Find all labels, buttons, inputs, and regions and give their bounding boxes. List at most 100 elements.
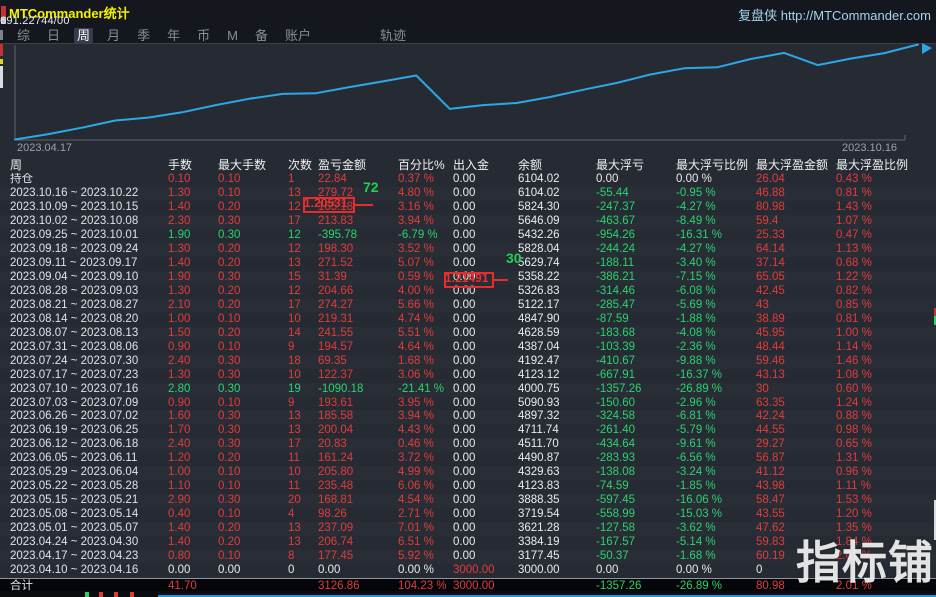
menu-item-账户[interactable]: 账户: [282, 28, 314, 43]
table-row[interactable]: 2023.07.31 ~ 2023.08.060.900.109194.574.…: [0, 341, 936, 355]
table-cell: 0.30: [218, 424, 288, 438]
brand-link[interactable]: 复盘侠 http://MTCommander.com: [738, 5, 931, 24]
table-cell: 0.20: [218, 243, 288, 257]
table-cell: 1.46 %: [836, 355, 924, 369]
table-cell: 0.00: [453, 480, 518, 494]
table-row[interactable]: 2023.09.18 ~ 2023.09.241.300.2012198.303…: [0, 243, 936, 257]
table-row[interactable]: 2023.09.25 ~ 2023.10.011.900.3012-395.78…: [0, 229, 936, 243]
menu-item-M[interactable]: M: [224, 28, 241, 43]
menu-item-月[interactable]: 月: [104, 28, 123, 43]
table-cell: 13: [288, 536, 318, 550]
table-row[interactable]: 2023.09.11 ~ 2023.09.171.400.2013271.525…: [0, 257, 936, 271]
table-cell: 31.39: [318, 271, 398, 285]
table-row[interactable]: 2023.07.17 ~ 2023.07.231.300.3010122.373…: [0, 369, 936, 383]
table-cell: 4: [288, 508, 318, 522]
menu-item-周[interactable]: 周: [74, 28, 93, 43]
table-cell: -74.59: [596, 480, 676, 494]
table-row[interactable]: 2023.10.02 ~ 2023.10.082.300.3017213.833…: [0, 215, 936, 229]
table-cell: 204.66: [318, 285, 398, 299]
table-cell: 0.00: [453, 452, 518, 466]
table-cell: 0.30: [218, 271, 288, 285]
table-cell: -5.69 %: [676, 299, 756, 313]
header-cell: 最大手数: [218, 157, 288, 173]
table-row[interactable]: 2023.08.21 ~ 2023.08.272.100.2017274.275…: [0, 299, 936, 313]
table-cell: 2023.10.09 ~ 2023.10.15: [10, 201, 168, 215]
table-cell: 1.07 %: [836, 215, 924, 229]
table-cell: 1.43 %: [836, 201, 924, 215]
table-cell: 4192.47: [518, 355, 596, 369]
equity-chart: 2023.04.17 2023.10.16: [0, 43, 936, 156]
table-row[interactable]: 2023.10.09 ~ 2023.10.151.400.2012165.183…: [0, 201, 936, 215]
table-row[interactable]: 2023.05.29 ~ 2023.06.041.000.1010205.804…: [0, 466, 936, 480]
table-cell: 1.08 %: [836, 369, 924, 383]
table-cell: 44.55: [756, 424, 836, 438]
table-cell: 1: [288, 173, 318, 187]
chart-end-marker-icon: [922, 43, 932, 54]
table-row[interactable]: 2023.05.22 ~ 2023.05.281.100.1011235.486…: [0, 480, 936, 494]
table-cell: 0.00: [453, 341, 518, 355]
table-cell: 0.10: [218, 341, 288, 355]
table-cell: -0.95 %: [676, 187, 756, 201]
table-cell: 59.46: [756, 355, 836, 369]
table-cell: 0.85 %: [836, 299, 924, 313]
table-cell: 194.57: [318, 341, 398, 355]
table-cell: 0.46 %: [398, 438, 453, 452]
header-cell: 周: [10, 157, 168, 173]
table-cell: 1.70: [168, 424, 218, 438]
table-cell: 4.64 %: [398, 341, 453, 355]
table-cell: -395.78: [318, 229, 398, 243]
header-cell: 次数: [288, 157, 318, 173]
menu-item-综[interactable]: 综: [14, 28, 33, 43]
table-row[interactable]: 2023.05.15 ~ 2023.05.212.900.3020168.814…: [0, 494, 936, 508]
table-row[interactable]: 2023.06.26 ~ 2023.07.021.600.3013185.583…: [0, 410, 936, 424]
table-cell: 6104.02: [518, 187, 596, 201]
table-cell: 1.30: [168, 285, 218, 299]
mini-bar-tick: [99, 592, 103, 597]
table-row[interactable]: 2023.06.19 ~ 2023.06.251.700.3013200.044…: [0, 424, 936, 438]
table-cell: 0.10: [218, 173, 288, 187]
table-cell: -3.24 %: [676, 466, 756, 480]
watermark: 指标铺: [796, 526, 934, 591]
table-cell: 5629.74: [518, 257, 596, 271]
table-cell: 2023.05.01 ~ 2023.05.07: [10, 522, 168, 536]
table-cell: 1.60: [168, 410, 218, 424]
table-row[interactable]: 2023.07.03 ~ 2023.07.090.900.109193.613.…: [0, 397, 936, 411]
left-edge-sliver: [0, 66, 3, 88]
table-cell: -1357.26: [596, 383, 676, 397]
table-cell: -597.45: [596, 494, 676, 508]
menu-item-币[interactable]: 币: [194, 28, 213, 43]
table-cell: 1.00 %: [836, 327, 924, 341]
table-cell: 241.55: [318, 327, 398, 341]
table-cell: 98.26: [318, 508, 398, 522]
table-cell: 0.20: [218, 522, 288, 536]
title-bar: MTCommander统计 复盘侠 http://MTCommander.com: [0, 0, 936, 26]
table-cell: 42.45: [756, 285, 836, 299]
table-cell: 2023.07.10 ~ 2023.07.16: [10, 383, 168, 397]
table-cell: -103.39: [596, 341, 676, 355]
table-row[interactable]: 2023.10.16 ~ 2023.10.221.300.1013279.724…: [0, 187, 936, 201]
table-row[interactable]: 2023.07.10 ~ 2023.07.162.800.3019-1090.1…: [0, 383, 936, 397]
table-cell: -167.57: [596, 536, 676, 550]
menu-item-备[interactable]: 备: [252, 28, 271, 43]
table-row[interactable]: 持仓0.100.10122.840.37 %0.006104.020.000.0…: [0, 173, 936, 187]
table-row[interactable]: 2023.07.24 ~ 2023.07.302.400.301869.351.…: [0, 355, 936, 369]
menu-item-日[interactable]: 日: [44, 28, 63, 43]
table-cell: 20.83: [318, 438, 398, 452]
menu-item-trajectory[interactable]: 轨迹: [377, 28, 409, 43]
green-note-annotation: 72: [363, 179, 379, 195]
table-row[interactable]: 2023.08.14 ~ 2023.08.201.000.1010219.314…: [0, 313, 936, 327]
table-cell: 4123.83: [518, 480, 596, 494]
menu-item-年[interactable]: 年: [164, 28, 183, 43]
table-cell: -261.40: [596, 424, 676, 438]
table-row[interactable]: 2023.05.08 ~ 2023.05.140.400.10498.262.7…: [0, 508, 936, 522]
table-cell: 0.00: [596, 173, 676, 187]
menu-item-季[interactable]: 季: [134, 28, 153, 43]
table-cell: 2023.08.07 ~ 2023.08.13: [10, 327, 168, 341]
table-cell: 185.58: [318, 410, 398, 424]
table-row[interactable]: 2023.06.12 ~ 2023.06.182.400.301720.830.…: [0, 438, 936, 452]
table-row[interactable]: 2023.06.05 ~ 2023.06.111.200.2011161.243…: [0, 452, 936, 466]
table-row[interactable]: 2023.08.07 ~ 2023.08.131.500.2014241.555…: [0, 327, 936, 341]
menu-items: 综日周月季年币M备账户: [14, 28, 325, 43]
table-cell: -55.44: [596, 187, 676, 201]
table-cell: -183.68: [596, 327, 676, 341]
